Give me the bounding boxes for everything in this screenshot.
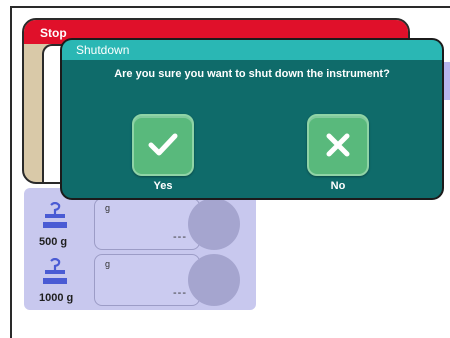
cross-icon <box>326 133 350 157</box>
reading-value: --- <box>173 287 187 299</box>
yes-button-label: Yes <box>153 180 173 192</box>
shutdown-dialog: Shutdown Are you sure you want to shut d… <box>60 38 444 200</box>
no-button[interactable] <box>307 114 369 176</box>
scale-action-button[interactable] <box>188 198 240 250</box>
scale-action-button[interactable] <box>188 254 240 306</box>
weight-icon <box>43 258 67 284</box>
reading-box: g --- <box>94 254 200 306</box>
unit-label: g <box>105 259 111 269</box>
yes-button[interactable] <box>132 114 194 176</box>
shutdown-dialog-title: Shutdown <box>62 40 442 60</box>
weight-label: 500 g <box>39 236 68 248</box>
scale-row-1000g: 1000 g g --- <box>24 250 256 310</box>
scale-row-500g: 500 g g --- <box>24 194 256 254</box>
reading-value: --- <box>173 231 187 243</box>
unit-label: g <box>105 203 111 213</box>
checkmark-icon <box>148 133 178 156</box>
weight-icon <box>43 202 67 228</box>
scales-panel: 500 g g --- 1000 g g --- <box>24 188 256 310</box>
weight-label: 1000 g <box>39 292 74 304</box>
no-button-label: No <box>330 180 346 192</box>
reading-box: g --- <box>94 198 200 250</box>
shutdown-question: Are you sure you want to shut down the i… <box>114 68 390 80</box>
